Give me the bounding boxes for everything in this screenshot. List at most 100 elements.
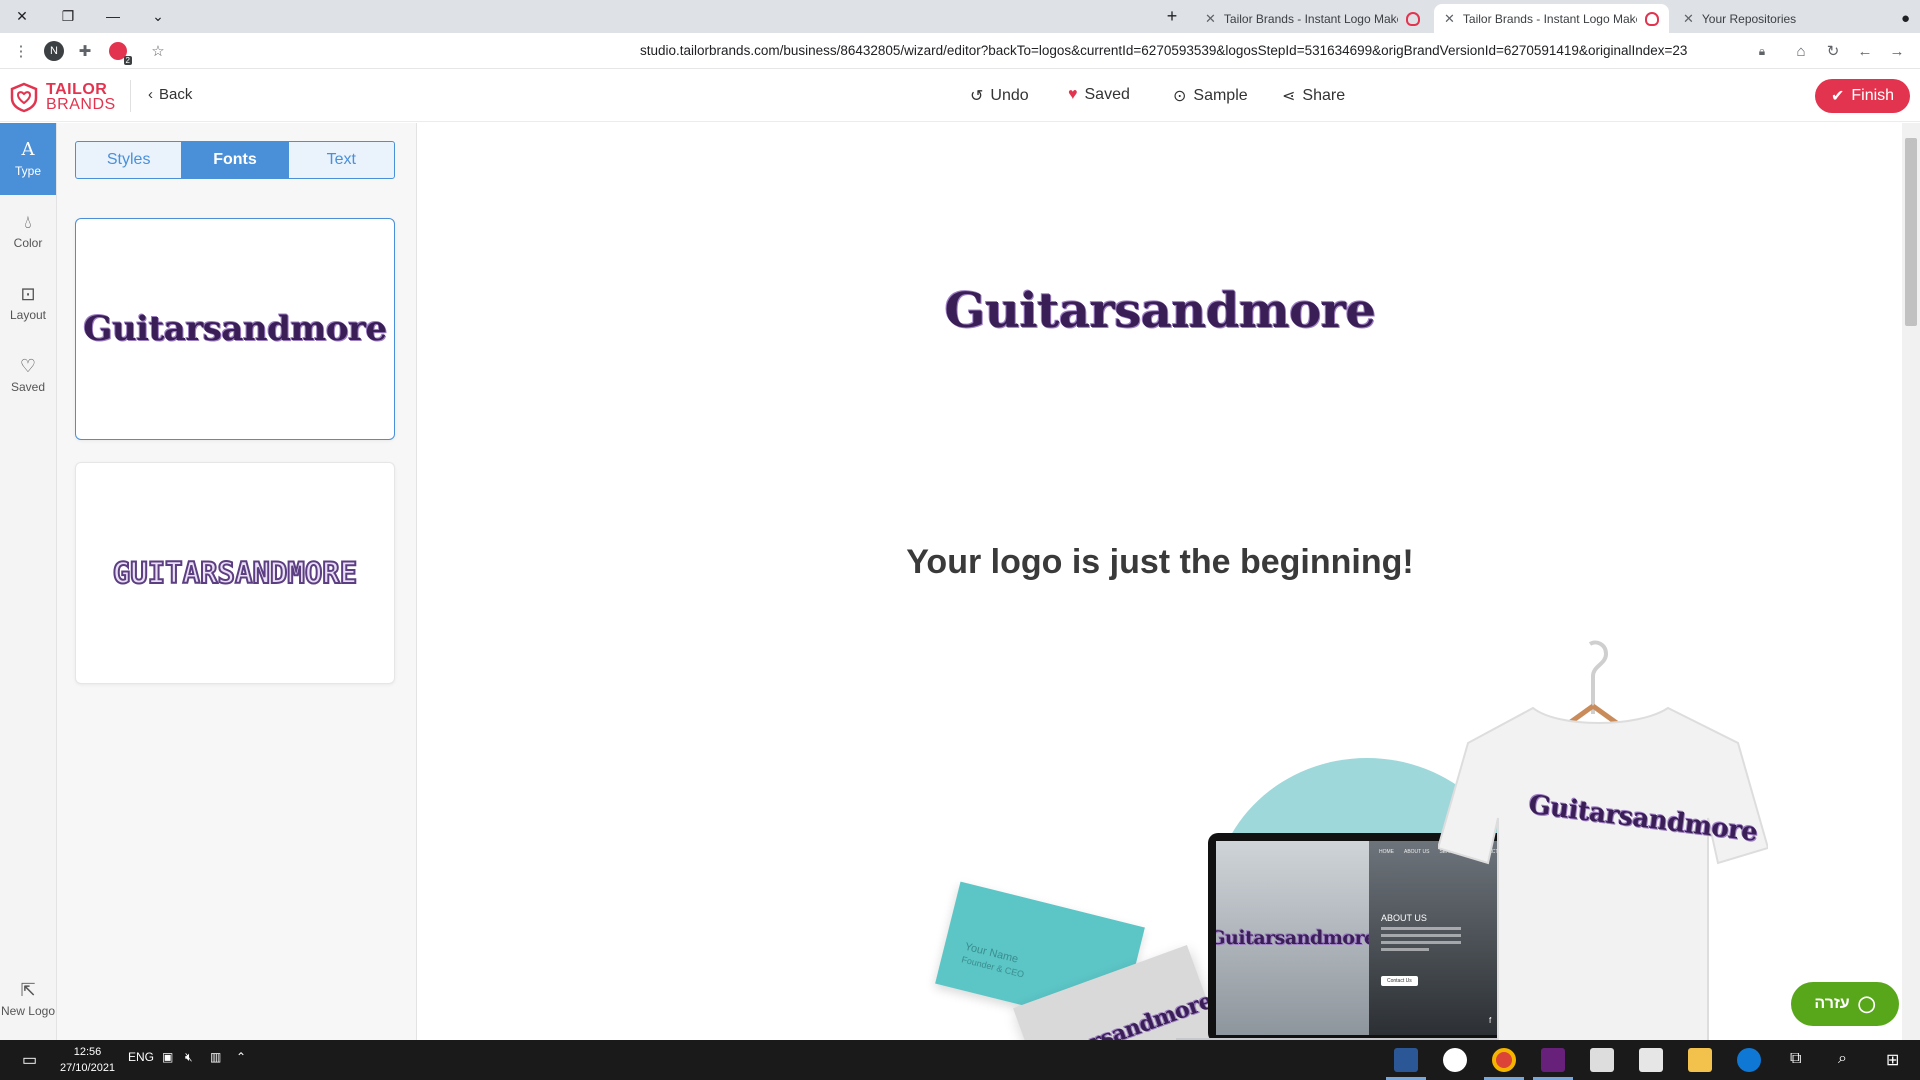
website-logo: Guitarsandmore — [1216, 927, 1376, 949]
chevron-left-icon: ‹ — [148, 86, 153, 103]
os-taskbar: ▭ 12:56 27/10/2021 ENG ▣ 🔇︎ ▥ ⌃ ⧉ ⌕ ⊞ — [0, 1040, 1920, 1080]
minimize-window-icon[interactable]: — — [101, 4, 125, 28]
rail-item-type[interactable]: A Type — [0, 123, 56, 195]
windows-start-icon[interactable]: ⊞ — [1886, 1050, 1899, 1070]
font-options-panel: Styles Fonts Text Guitarsandmore GUITARS… — [57, 123, 417, 1040]
volume-muted-icon[interactable]: 🔇︎ — [185, 1050, 193, 1065]
search-icon[interactable]: ⌕ — [1838, 1050, 1847, 1068]
rail-item-color[interactable]: 💧︎ Color — [0, 195, 56, 267]
store-app-icon[interactable] — [1639, 1048, 1663, 1072]
rail-item-new-logo[interactable]: ⇱ New Logo — [0, 963, 56, 1035]
close-tab-icon[interactable]: ✕ — [1205, 11, 1216, 27]
home-icon[interactable]: ⌂ — [1790, 40, 1812, 62]
website-nav-item: HOME — [1379, 849, 1394, 855]
checkmark-icon: ✔ — [1830, 88, 1845, 105]
tab-title: Tailor Brands - Instant Logo Maker — [1223, 11, 1399, 26]
back-arrow-icon[interactable]: ← — [1854, 40, 1876, 62]
brand-line-1: TAILOR — [46, 81, 108, 98]
browser-tab-3[interactable]: ✕ Your Repositories ● — [1673, 4, 1920, 33]
undo-label: Undo — [990, 87, 1029, 104]
close-window-icon[interactable]: ✕ — [10, 4, 34, 28]
scrollbar-thumb[interactable] — [1905, 138, 1917, 326]
file-explorer-icon[interactable] — [1688, 1048, 1712, 1072]
mail-app-icon[interactable] — [1590, 1048, 1614, 1072]
main-logo-preview[interactable]: Guitarsandmore — [418, 283, 1902, 339]
profile-avatar[interactable]: N — [43, 40, 65, 62]
rail-label: Saved — [10, 380, 46, 394]
address-bar[interactable]: studio.tailorbrands.com/business/8643280… — [640, 43, 1687, 58]
saved-label: Saved — [1084, 86, 1130, 103]
share-icon: ⋖ — [1282, 88, 1296, 105]
back-label: Back — [159, 86, 193, 103]
lock-icon: 🔒︎ — [1758, 43, 1766, 58]
browser-toolbar: ⋮ N ✚ 2 ☆ studio.tailorbrands.com/busine… — [0, 33, 1920, 69]
browser-tab-bar: ✕ ❐ — ⌄ + ✕ Tailor Brands - Instant Logo… — [0, 0, 1920, 33]
new-tab-icon[interactable]: + — [1160, 4, 1184, 28]
font-option-card[interactable]: GUITARSANDMORE — [75, 462, 395, 684]
task-view-icon[interactable]: ⧉ — [1790, 1050, 1801, 1068]
tailor-brands-logo[interactable]: TAILOR BRANDS — [8, 80, 120, 114]
help-label: עזרה — [1814, 995, 1850, 1012]
tab-fonts[interactable]: Fonts — [182, 142, 289, 178]
edge-app-icon[interactable] — [1737, 1048, 1761, 1072]
system-clock[interactable]: 12:56 27/10/2021 — [60, 1044, 115, 1076]
rail-label: Layout — [9, 308, 47, 322]
tailor-brands-shield-icon — [10, 82, 38, 113]
help-button[interactable]: עזרה ◯ — [1791, 982, 1899, 1026]
app-header: TAILOR BRANDS ‹ Back ↺ Undo ♥ Saved ⊙ Sa… — [0, 70, 1920, 122]
brand-mockup-scene: Your Name Founder & CEO Guitarsandmore G… — [678, 628, 1768, 1040]
browser-tab-1[interactable]: ✕ Tailor Brands - Instant Logo Maker — [1195, 4, 1430, 33]
sample-icon: ⊙ — [1173, 88, 1187, 105]
menu-kebab-icon[interactable]: ⋮ — [10, 40, 32, 62]
tailor-brands-favicon-icon — [1406, 11, 1420, 26]
share-button[interactable]: ⋖ Share — [1282, 86, 1345, 106]
heart-outline-icon: ♡ — [19, 356, 37, 376]
tshirt-icon — [1438, 706, 1768, 1040]
chrome-app-icon[interactable] — [1492, 1048, 1516, 1072]
show-hidden-icons-chevron-icon[interactable]: ⌃ — [236, 1050, 246, 1064]
browser-tab-2[interactable]: ✕ Tailor Brands - Instant Logo Maker — [1434, 4, 1669, 33]
type-icon: A — [21, 139, 35, 160]
github-favicon-icon: ● — [1900, 10, 1910, 27]
new-logo-export-icon: ⇱ — [20, 980, 36, 1000]
extensions-puzzle-icon[interactable]: ✚ — [74, 40, 96, 62]
close-tab-icon[interactable]: ✕ — [1683, 11, 1694, 27]
color-drop-icon: 💧︎ — [24, 212, 32, 232]
clock-date: 27/10/2021 — [60, 1062, 116, 1074]
sample-button[interactable]: ⊙ Sample — [1173, 86, 1248, 106]
reload-icon[interactable]: ↻ — [1822, 40, 1844, 62]
chat-bubble-icon: ◯ — [1857, 996, 1876, 1013]
notifications-icon[interactable]: ▭ — [22, 1050, 37, 1070]
visual-studio-app-icon[interactable] — [1541, 1048, 1565, 1072]
tab-title: Tailor Brands - Instant Logo Maker — [1462, 11, 1638, 26]
language-indicator[interactable]: ENG — [128, 1050, 154, 1064]
tab-text[interactable]: Text — [289, 142, 394, 178]
bookmark-star-icon[interactable]: ☆ — [147, 40, 169, 62]
forward-arrow-icon[interactable]: → — [1886, 40, 1908, 62]
finish-button[interactable]: ✔ Finish — [1815, 79, 1910, 113]
security-icon[interactable]: ▣ — [162, 1050, 173, 1064]
close-tab-icon[interactable]: ✕ — [1444, 11, 1455, 27]
back-button[interactable]: ‹ Back — [148, 86, 192, 103]
rail-label: Type — [14, 164, 41, 178]
tool-rail: A Type 💧︎ Color ⊡ Layout ♡ Saved ⇱ New L… — [0, 123, 57, 1040]
saved-button[interactable]: ♥ Saved — [1068, 86, 1130, 104]
section-headline: Your logo is just the beginning! — [906, 543, 1414, 581]
rail-item-saved[interactable]: ♡ Saved — [0, 339, 56, 411]
tab-styles[interactable]: Styles — [76, 142, 183, 178]
undo-button[interactable]: ↺ Undo — [970, 86, 1029, 106]
website-hero: Guitarsandmore — [1216, 841, 1376, 1035]
restore-window-icon[interactable]: ❐ — [56, 4, 80, 28]
network-icon[interactable]: ▥ — [210, 1050, 221, 1064]
font-option-card-selected[interactable]: Guitarsandmore — [75, 218, 395, 440]
sample-label: Sample — [1193, 87, 1248, 104]
adblock-extension-icon[interactable]: 2 — [107, 40, 132, 65]
app-icon[interactable] — [1443, 1048, 1467, 1072]
font-preview-text: GUITARSANDMORE — [112, 555, 358, 591]
rail-item-layout[interactable]: ⊡ Layout — [0, 267, 56, 339]
tab-title: Your Repositories — [1701, 11, 1797, 26]
word-app-icon[interactable] — [1394, 1048, 1418, 1072]
tab-search-icon[interactable]: ⌄ — [146, 4, 170, 28]
share-label: Share — [1302, 87, 1346, 104]
header-divider — [130, 80, 131, 112]
